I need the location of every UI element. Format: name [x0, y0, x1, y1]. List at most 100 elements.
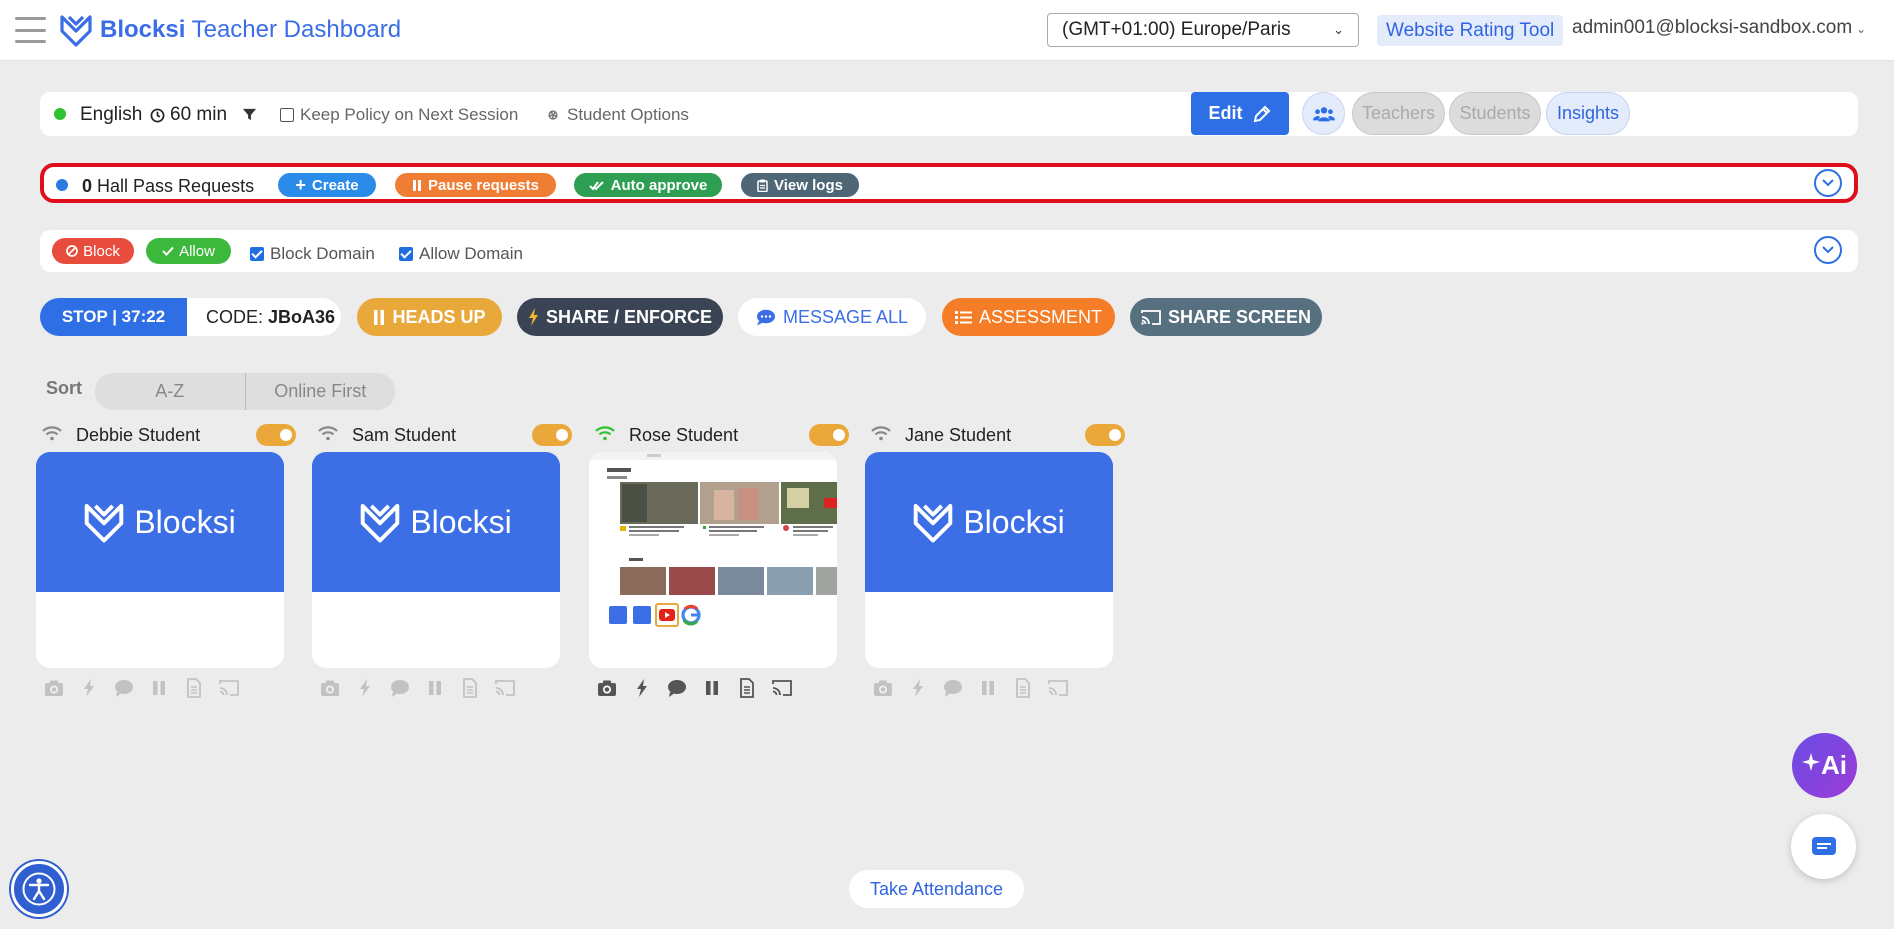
share-enforce-button[interactable]: SHARE / ENFORCE — [517, 298, 723, 336]
camera-icon[interactable] — [44, 678, 64, 698]
student-screen[interactable]: Blocksi — [312, 452, 560, 668]
student-header: Rose Student — [593, 422, 849, 448]
user-menu[interactable]: admin001@blocksi-sandbox.com ⌄ — [1572, 17, 1866, 39]
bolt-icon[interactable] — [355, 678, 375, 698]
accessibility-button[interactable] — [11, 861, 67, 917]
cast-icon[interactable] — [219, 678, 239, 698]
cast-icon[interactable] — [1048, 678, 1068, 698]
sort-label: Sort — [46, 378, 82, 398]
filter-icon[interactable] — [242, 107, 257, 122]
student-header: Debbie Student — [40, 422, 296, 448]
document-icon[interactable] — [184, 678, 204, 698]
blocksi-logo-icon — [914, 503, 953, 543]
keep-policy-box[interactable] — [280, 108, 294, 122]
bolt-icon[interactable] — [908, 678, 928, 698]
student-card: Rose Student — [589, 422, 849, 712]
student-screen[interactable]: Blocksi — [865, 452, 1113, 668]
message-all-button[interactable]: MESSAGE ALL — [738, 298, 926, 336]
hall-pass-dot — [56, 179, 68, 191]
pause-requests-button[interactable]: Pause requests — [395, 173, 556, 197]
bolt-icon[interactable] — [79, 678, 99, 698]
student-toggle[interactable] — [809, 424, 849, 446]
student-card: Sam Student Blocksi — [312, 422, 572, 712]
student-toggle[interactable] — [532, 424, 572, 446]
student-screen[interactable] — [589, 452, 837, 668]
auto-approve-button[interactable]: Auto approve — [574, 173, 722, 197]
youtube-screenshot — [589, 452, 837, 668]
pause-icon[interactable] — [702, 678, 722, 698]
camera-icon[interactable] — [873, 678, 893, 698]
create-button[interactable]: + Create — [278, 173, 376, 197]
student-header: Jane Student — [869, 422, 1125, 448]
sort-online-first[interactable]: Online First — [246, 373, 396, 410]
chat-support-button[interactable] — [1791, 814, 1856, 879]
student-toggle[interactable] — [256, 424, 296, 446]
document-icon[interactable] — [737, 678, 757, 698]
pause-icon[interactable] — [149, 678, 169, 698]
clock-icon — [150, 108, 165, 122]
bolt-icon — [528, 308, 538, 326]
timezone-select[interactable]: (GMT+01:00) Europe/Paris ⌄ — [1047, 13, 1359, 47]
website-rating-tool-link[interactable]: Website Rating Tool — [1377, 15, 1564, 46]
status-dot — [54, 108, 66, 120]
duration-label[interactable]: 60 min — [150, 104, 227, 126]
chevron-down-icon — [1822, 179, 1834, 187]
document-icon[interactable] — [460, 678, 480, 698]
ai-label: Ai — [1821, 750, 1847, 780]
expand-hall-pass-button[interactable] — [1814, 169, 1842, 197]
insights-button[interactable]: Insights — [1546, 92, 1630, 135]
student-name: Jane Student — [905, 425, 1012, 445]
chat-icon — [756, 309, 775, 325]
ai-assistant-button[interactable]: Ai — [1792, 733, 1857, 798]
group-button[interactable] — [1302, 92, 1345, 135]
document-icon[interactable] — [1013, 678, 1033, 698]
assessment-button[interactable]: ASSESSMENT — [942, 298, 1115, 336]
menu-icon[interactable] — [15, 17, 46, 43]
blocksi-logo-icon — [361, 503, 400, 543]
block-domain-checkbox[interactable]: Block Domain — [250, 244, 375, 264]
bolt-icon[interactable] — [632, 678, 652, 698]
chat-icon[interactable] — [943, 678, 963, 698]
list-icon — [954, 310, 972, 324]
top-bar: Blocksi Teacher Dashboard (GMT+01:00) Eu… — [0, 0, 1894, 61]
pause-icon[interactable] — [978, 678, 998, 698]
stop-session-button[interactable]: STOP | 37:22 — [40, 298, 187, 336]
chat-icon[interactable] — [390, 678, 410, 698]
cast-icon[interactable] — [495, 678, 515, 698]
pause-icon[interactable] — [425, 678, 445, 698]
chat-icon[interactable] — [667, 678, 687, 698]
chevron-down-icon: ⌄ — [1333, 22, 1344, 37]
view-logs-button[interactable]: View logs — [741, 173, 859, 197]
block-button[interactable]: Block — [52, 238, 134, 264]
allow-domain-checkbox[interactable]: Allow Domain — [399, 244, 523, 264]
chat-icon[interactable] — [114, 678, 134, 698]
student-screen[interactable]: Blocksi — [36, 452, 284, 668]
cast-icon[interactable] — [772, 678, 792, 698]
gear-icon — [548, 110, 558, 120]
chat-icon — [1811, 836, 1836, 855]
share-screen-button[interactable]: SHARE SCREEN — [1130, 298, 1322, 336]
student-header: Sam Student — [316, 422, 572, 448]
sort-a-z[interactable]: A-Z — [95, 373, 246, 410]
teachers-button[interactable]: Teachers — [1352, 92, 1445, 135]
keep-policy-checkbox[interactable]: Keep Policy on Next Session — [280, 105, 518, 125]
block-icon — [66, 245, 79, 257]
chevron-down-icon: ⌄ — [1856, 22, 1867, 36]
double-check-icon — [588, 180, 604, 191]
student-toggle[interactable] — [1085, 424, 1125, 446]
screen-placeholder: Blocksi — [865, 452, 1113, 592]
expand-domain-button[interactable] — [1814, 236, 1842, 264]
allow-domain-box[interactable] — [399, 247, 413, 261]
placeholder-brand: Blocksi — [134, 503, 236, 540]
allow-button[interactable]: Allow — [146, 238, 231, 264]
camera-icon[interactable] — [597, 678, 617, 698]
block-domain-box[interactable] — [250, 247, 264, 261]
students-button[interactable]: Students — [1449, 92, 1541, 135]
language-label[interactable]: English — [80, 104, 142, 126]
chevron-down-icon — [1822, 246, 1834, 254]
camera-icon[interactable] — [320, 678, 340, 698]
take-attendance-button[interactable]: Take Attendance — [849, 870, 1024, 908]
heads-up-button[interactable]: HEADS UP — [357, 298, 502, 336]
edit-button[interactable]: Edit — [1191, 92, 1289, 135]
student-options-button[interactable]: Student Options — [546, 105, 689, 125]
